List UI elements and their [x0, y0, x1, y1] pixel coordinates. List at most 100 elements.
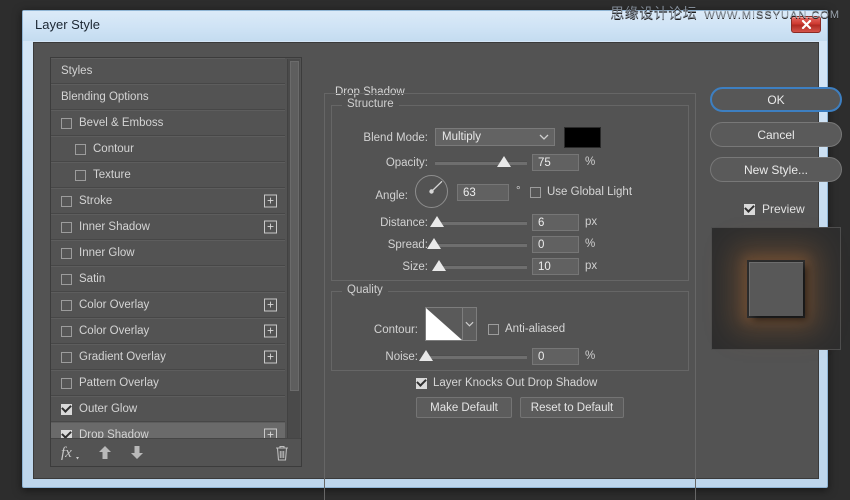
size-slider[interactable]	[435, 265, 527, 269]
distance-slider-thumb[interactable]	[430, 216, 444, 227]
noise-input[interactable]: 0	[532, 348, 579, 365]
use-global-light-checkbox[interactable]	[530, 187, 541, 198]
preview-checkbox[interactable]	[744, 204, 755, 215]
contour-dropdown-button[interactable]	[463, 307, 477, 341]
angle-label: Angle:	[342, 190, 408, 202]
style-item-label: Color Overlay	[79, 299, 149, 311]
style-item-color-overlay[interactable]: Color Overlay	[51, 292, 285, 318]
angle-input[interactable]: 63	[457, 184, 509, 201]
style-item-checkbox[interactable]	[61, 222, 72, 233]
style-item-texture[interactable]: Texture	[51, 162, 285, 188]
opacity-slider[interactable]	[435, 161, 527, 165]
style-item-label: Texture	[93, 169, 131, 181]
style-item-checkbox[interactable]	[75, 170, 86, 181]
opacity-slider-thumb[interactable]	[497, 156, 511, 167]
style-item-checkbox[interactable]	[61, 430, 72, 439]
opacity-input[interactable]: 75	[532, 154, 579, 171]
angle-dial[interactable]	[415, 175, 448, 208]
quality-group: Quality Contour: Anti-aliased	[331, 291, 689, 371]
styles-list[interactable]: Styles Blending Options Bevel & EmbossCont…	[51, 58, 301, 438]
style-item-outer-glow[interactable]: Outer Glow	[51, 396, 285, 422]
style-item-satin[interactable]: Satin	[51, 266, 285, 292]
style-item-contour[interactable]: Contour	[51, 136, 285, 162]
styles-toolbar: fx	[51, 438, 301, 466]
style-item-checkbox[interactable]	[61, 196, 72, 207]
add-effect-icon[interactable]	[264, 429, 277, 439]
add-effect-icon[interactable]	[264, 195, 277, 208]
add-effect-icon[interactable]	[264, 299, 277, 312]
style-item-checkbox[interactable]	[61, 248, 72, 259]
style-item-checkbox[interactable]	[61, 326, 72, 337]
distance-slider[interactable]	[435, 221, 527, 225]
style-item-stroke[interactable]: Stroke	[51, 188, 285, 214]
style-item-checkbox[interactable]	[61, 300, 72, 311]
size-input[interactable]: 10	[532, 258, 579, 275]
style-item-color-overlay[interactable]: Color Overlay	[51, 318, 285, 344]
preview-thumbnail	[711, 227, 841, 350]
layer-knocks-out-row[interactable]: Layer Knocks Out Drop Shadow	[416, 377, 597, 389]
styles-scrollbar-thumb[interactable]	[290, 61, 299, 391]
cancel-button[interactable]: Cancel	[710, 122, 842, 147]
style-item-blending-options[interactable]: Blending Options	[51, 84, 285, 110]
layer-knocks-out-checkbox[interactable]	[416, 378, 427, 389]
style-item-label: Drop Shadow	[79, 429, 149, 438]
opacity-value: 75	[538, 157, 551, 169]
style-item-checkbox[interactable]	[61, 378, 72, 389]
new-style-button[interactable]: New Style...	[710, 157, 842, 182]
ok-button[interactable]: OK	[710, 87, 842, 112]
distance-input[interactable]: 6	[532, 214, 579, 231]
styles-rows: Styles Blending Options Bevel & EmbossCont…	[51, 58, 285, 438]
watermark-cn-text: 思缘设计论坛	[610, 3, 697, 23]
style-item-label: Pattern Overlay	[79, 377, 159, 389]
arrow-up-icon[interactable]	[98, 445, 112, 460]
size-unit: px	[585, 260, 597, 272]
style-item-drop-shadow[interactable]: Drop Shadow	[51, 422, 285, 438]
style-item-label: Gradient Overlay	[79, 351, 166, 363]
spread-slider-thumb[interactable]	[427, 238, 441, 249]
contour-preset-thumbnail[interactable]	[425, 307, 463, 341]
style-item-pattern-overlay[interactable]: Pattern Overlay	[51, 370, 285, 396]
style-item-checkbox[interactable]	[61, 352, 72, 363]
add-effect-icon[interactable]	[264, 351, 277, 364]
styles-scrollbar[interactable]	[287, 59, 300, 438]
spread-label: Spread:	[342, 239, 428, 251]
style-item-inner-glow[interactable]: Inner Glow	[51, 240, 285, 266]
chevron-down-icon	[539, 131, 549, 143]
size-slider-thumb[interactable]	[432, 260, 446, 271]
anti-aliased-row[interactable]: Anti-aliased	[488, 323, 565, 335]
reset-to-default-button[interactable]: Reset to Default	[520, 397, 624, 418]
blend-mode-select[interactable]: Multiply	[435, 128, 555, 146]
style-item-gradient-overlay[interactable]: Gradient Overlay	[51, 344, 285, 370]
style-item-checkbox[interactable]	[61, 404, 72, 415]
style-item-inner-shadow[interactable]: Inner Shadow	[51, 214, 285, 240]
noise-slider[interactable]	[425, 355, 527, 359]
anti-aliased-checkbox[interactable]	[488, 324, 499, 335]
add-effect-icon[interactable]	[264, 221, 277, 234]
spread-slider[interactable]	[435, 243, 527, 247]
style-item-bevel-emboss[interactable]: Bevel & Emboss	[51, 110, 285, 136]
cancel-label: Cancel	[757, 128, 794, 142]
distance-label: Distance:	[342, 217, 428, 229]
angle-unit: °	[516, 185, 521, 197]
trash-icon[interactable]	[275, 445, 289, 461]
preview-row[interactable]: Preview	[744, 202, 805, 216]
opacity-label: Opacity:	[342, 157, 428, 169]
watermark-url-text: WWW.MISSYUAN.COM	[704, 9, 840, 21]
shadow-color-swatch[interactable]	[564, 127, 601, 148]
noise-slider-thumb[interactable]	[419, 350, 433, 361]
style-item-label: Satin	[79, 273, 105, 285]
style-item-checkbox[interactable]	[61, 118, 72, 129]
style-item-checkbox[interactable]	[75, 144, 86, 155]
make-default-button[interactable]: Make Default	[416, 397, 512, 418]
arrow-down-icon[interactable]	[130, 445, 144, 460]
styles-header[interactable]: Styles	[51, 58, 285, 84]
add-effect-icon[interactable]	[264, 325, 277, 338]
structure-group-title: Structure	[342, 98, 399, 110]
fx-icon[interactable]: fx	[61, 444, 80, 461]
use-global-light-row[interactable]: Use Global Light	[530, 186, 632, 198]
style-item-label: Blending Options	[61, 91, 149, 103]
style-item-checkbox[interactable]	[61, 274, 72, 285]
angle-needle-icon	[416, 176, 447, 207]
layer-style-window: Layer Style StylesBlending OptionsBevel …	[22, 10, 828, 488]
spread-input[interactable]: 0	[532, 236, 579, 253]
